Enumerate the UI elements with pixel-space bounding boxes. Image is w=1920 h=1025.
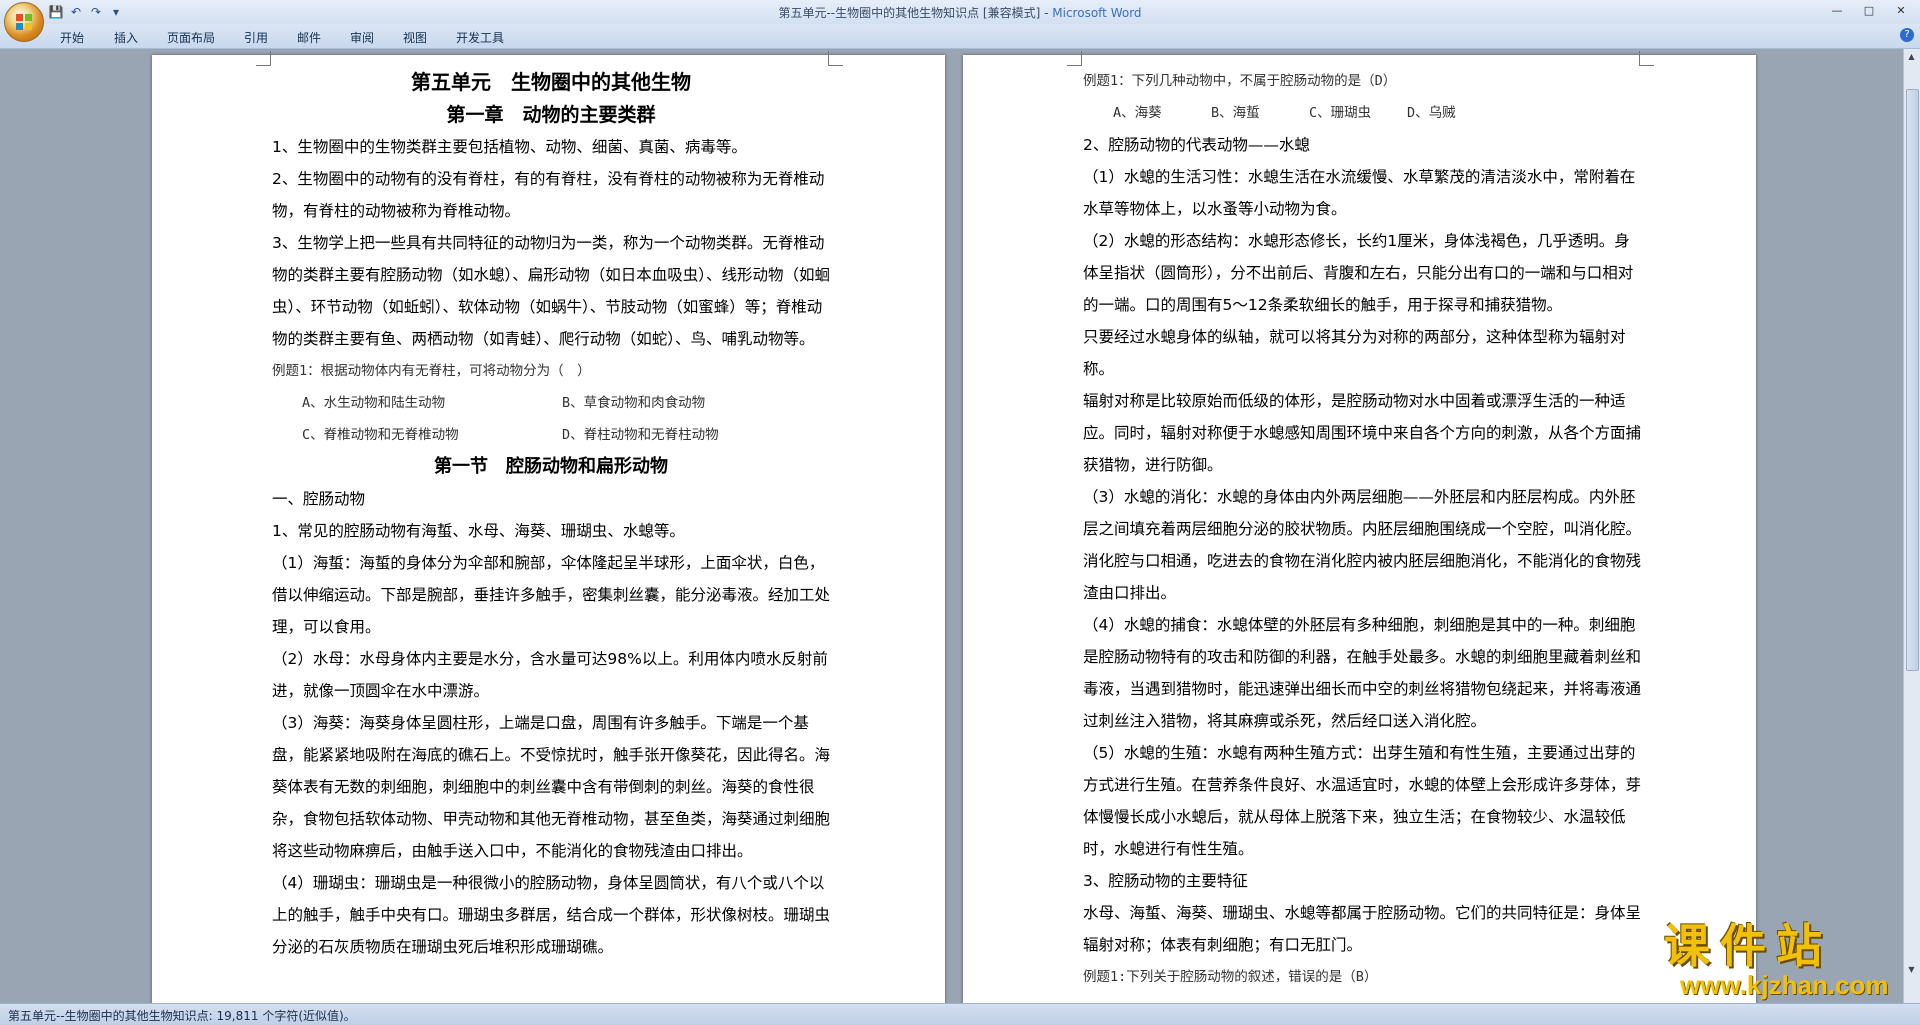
tab-insert[interactable]: 插入 [114,29,138,46]
example-question: 例题1：下列几种动物中，不属于腔肠动物的是（D） [1083,73,1397,89]
paragraph: 2、腔肠动物的代表动物——水螅 [1083,136,1310,154]
paragraph: 1、常见的腔肠动物有海蜇、水母、海葵、珊瑚虫、水螅等。 [272,522,685,540]
watermark-text: 课件站 [1664,919,1832,973]
crop-mark [828,51,843,66]
section-title: 第一节 腔肠动物和扁形动物 [434,456,668,477]
paragraph: （5）水螅的生殖：水螅有两种生殖方式：出芽生殖和有性生殖，主要通过出芽的方式进行… [1083,744,1642,858]
paragraph: （2）水螅的形态结构：水螅形态修长，长约1厘米，身体浅褐色，几乎透明。身体呈指状… [1083,232,1634,314]
paragraph: 只要经过水螅身体的纵轴，就可以将其分为对称的两部分，这种体型称为辐射对称。 [1083,328,1626,378]
document-title: 第五单元--生物圈中的其他生物知识点 [兼容模式] - [778,6,1053,20]
maximize-icon[interactable]: □ [1854,2,1884,20]
paragraph: （4）水螅的捕食：水螅体壁的外胚层有多种细胞，刺细胞是其中的一种。刺细胞是腔肠动… [1083,616,1642,730]
tab-references[interactable]: 引用 [244,29,268,46]
option-c: C、珊瑚虫 [1309,105,1372,121]
status-text: 第五单元--生物圈中的其他生物知识点: 19,811 个字符(近似值)。 [8,1009,356,1023]
paragraph: （3）水螅的消化：水螅的身体由内外两层细胞——外胚层和内胚层构成。内外胚层之间填… [1083,488,1642,602]
chapter-title: 第一章 动物的主要类群 [446,104,656,126]
office-logo-icon [16,14,32,30]
crop-mark [1067,51,1082,66]
paragraph: 辐射对称是比较原始而低级的体形，是腔肠动物对水中固着或漂浮生活的一种适应。同时，… [1083,392,1642,474]
option-c: C、脊椎动物和无脊椎动物 [302,427,459,443]
status-bar: 第五单元--生物圈中的其他生物知识点: 19,811 个字符(近似值)。 [0,1003,1920,1025]
unit-title: 第五单元 生物圈中的其他生物 [411,70,691,94]
paragraph: 2、生物圈中的动物有的没有脊柱，有的有脊柱，没有脊柱的动物被称为无脊椎动物，有脊… [272,170,825,220]
example-question: 例题1：根据动物体内有无脊柱，可将动物分为（ ） [272,363,591,379]
example-question: 例题1:下列关于腔肠动物的叙述，错误的是（B） [1083,969,1378,985]
paragraph: 一、腔肠动物 [272,490,366,508]
scroll-down-icon[interactable]: ▼ [1906,964,1917,976]
tab-page-layout[interactable]: 页面布局 [167,29,215,46]
paragraph: （1）海蜇：海蜇的身体分为伞部和腕部，伞体隆起呈半球形，上面伞状，白色，借以伸缩… [272,554,831,636]
window-controls: — □ ✕ [1822,2,1916,20]
paragraph: 3、腔肠动物的主要特征 [1083,872,1248,890]
option-d: D、乌贼 [1407,105,1456,121]
vertical-scrollbar[interactable]: ▲ ▼ [1903,49,1920,1004]
option-a: A、海葵 [1113,105,1162,121]
watermark-url: www.kjzhan.com [1680,970,1889,1000]
option-b: B、草食动物和肉食动物 [562,395,706,411]
scroll-up-icon[interactable]: ▲ [1906,51,1917,63]
office-button[interactable] [4,2,44,42]
option-a: A、水生动物和陆生动物 [302,395,446,411]
scrollbar-thumb[interactable] [1906,89,1919,671]
paragraph: 3、生物学上把一些具有共同特征的动物归为一类，称为一个动物类群。无脊椎动物的类群… [272,234,831,348]
tab-home[interactable]: 开始 [60,29,84,46]
example-options: C、脊椎动物和无脊椎动物 D、脊柱动物和无脊柱动物 [272,419,830,451]
tab-view[interactable]: 视图 [403,29,427,46]
paragraph: 1、生物圈中的生物类群主要包括植物、动物、细菌、真菌、病毒等。 [272,138,747,156]
close-icon[interactable]: ✕ [1886,2,1916,20]
title-bar: 💾 ↶ ↷ ▾ 第五单元--生物圈中的其他生物知识点 [兼容模式] - Micr… [0,0,1920,24]
ribbon-tab-bar: 开始 插入 页面布局 引用 邮件 审阅 视图 开发工具 ? [0,24,1920,49]
document-page-2[interactable]: 例题1：下列几种动物中，不属于腔肠动物的是（D） A、海葵 B、海蜇 C、珊瑚虫… [963,51,1756,1004]
paragraph: 水母、海蜇、海葵、珊瑚虫、水螅等都属于腔肠动物。它们的共同特征是：身体呈辐射对称… [1083,904,1642,954]
paragraph: （3）海葵：海葵身体呈圆柱形，上端是口盘，周围有许多触手。下端是一个基盘，能紧紧… [272,714,831,860]
paragraph: （4）珊瑚虫：珊瑚虫是一种很微小的腔肠动物，身体呈圆筒状，有八个或八个以上的触手… [272,874,831,956]
watermark-logo: 课件站 www.kjzhan.com [1664,921,1896,1001]
document-workspace: 第五单元 生物圈中的其他生物 第一章 动物的主要类群 1、生物圈中的生物类群主要… [0,49,1904,1004]
crop-mark [1639,51,1654,66]
option-b: B、海蜇 [1211,105,1260,121]
tab-review[interactable]: 审阅 [350,29,374,46]
help-icon[interactable]: ? [1900,28,1914,42]
example-options: A、海葵 B、海蜇 C、珊瑚虫 D、乌贼 [1083,97,1641,129]
example-options: A、水生动物和陆生动物 B、草食动物和肉食动物 [272,387,830,419]
crop-mark [256,51,271,66]
page-1-content: 第五单元 生物圈中的其他生物 第一章 动物的主要类群 1、生物圈中的生物类群主要… [272,65,830,963]
paragraph: （2）水母：水母身体内主要是水分，含水量可达98%以上。利用体内喷水反射前进，就… [272,650,828,700]
window-title: 第五单元--生物圈中的其他生物知识点 [兼容模式] - Microsoft Wo… [0,4,1920,21]
page-2-content: 例题1：下列几种动物中，不属于腔肠动物的是（D） A、海葵 B、海蜇 C、珊瑚虫… [1083,65,1641,993]
document-page-1[interactable]: 第五单元 生物圈中的其他生物 第一章 动物的主要类群 1、生物圈中的生物类群主要… [152,51,945,1004]
tab-mailings[interactable]: 邮件 [297,29,321,46]
tab-developer[interactable]: 开发工具 [456,29,504,46]
minimize-icon[interactable]: — [1822,2,1852,20]
app-name: Microsoft Word [1052,6,1142,20]
option-d: D、脊柱动物和无脊柱动物 [562,427,719,443]
paragraph: （1）水螅的生活习性：水螅生活在水流缓慢、水草繁茂的清洁淡水中，常附着在水草等物… [1083,168,1636,218]
